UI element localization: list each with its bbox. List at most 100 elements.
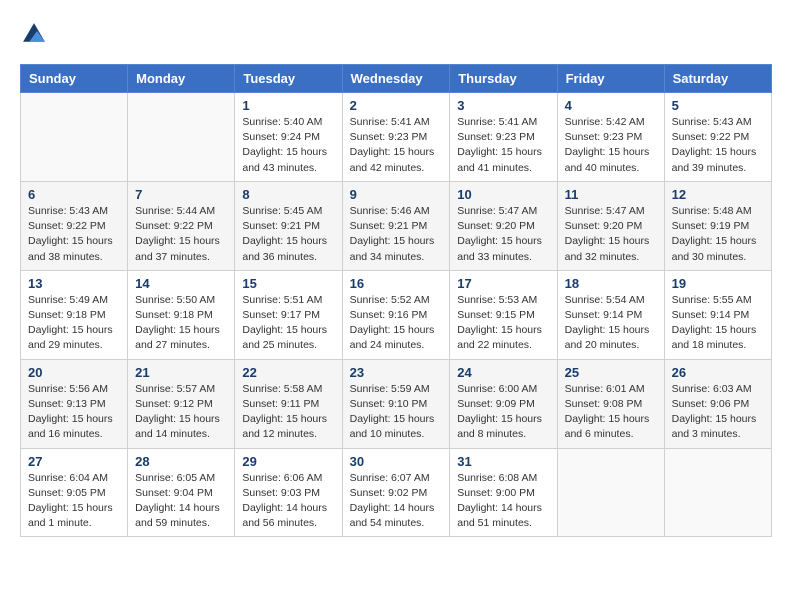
cell-sun-info: Sunrise: 6:00 AMSunset: 9:09 PMDaylight:…: [457, 382, 549, 443]
calendar-week-row: 13 Sunrise: 5:49 AMSunset: 9:18 PMDayligh…: [21, 270, 772, 359]
day-number: 8: [242, 187, 334, 202]
calendar-cell: 10 Sunrise: 5:47 AMSunset: 9:20 PMDayligh…: [450, 181, 557, 270]
day-number: 6: [28, 187, 120, 202]
weekday-header: Saturday: [664, 65, 771, 93]
calendar-cell: 29 Sunrise: 6:06 AMSunset: 9:03 PMDayligh…: [235, 448, 342, 537]
cell-sun-info: Sunrise: 5:43 AMSunset: 9:22 PMDaylight:…: [672, 115, 764, 176]
cell-sun-info: Sunrise: 5:41 AMSunset: 9:23 PMDaylight:…: [457, 115, 549, 176]
cell-sun-info: Sunrise: 5:52 AMSunset: 9:16 PMDaylight:…: [350, 293, 443, 354]
calendar-cell: 13 Sunrise: 5:49 AMSunset: 9:18 PMDayligh…: [21, 270, 128, 359]
calendar-header-row: SundayMondayTuesdayWednesdayThursdayFrid…: [21, 65, 772, 93]
cell-sun-info: Sunrise: 5:47 AMSunset: 9:20 PMDaylight:…: [565, 204, 657, 265]
day-number: 30: [350, 454, 443, 469]
cell-sun-info: Sunrise: 6:07 AMSunset: 9:02 PMDaylight:…: [350, 471, 443, 532]
calendar-cell: 20Sunrise: 5:56 AMSunset: 9:13 PMDayligh…: [21, 359, 128, 448]
cell-sun-info: Sunrise: 5:47 AMSunset: 9:20 PMDaylight:…: [457, 204, 549, 265]
cell-sun-info: Sunrise: 6:03 AMSunset: 9:06 PMDaylight:…: [672, 382, 764, 443]
page-header: [20, 20, 772, 48]
calendar-cell: 3 Sunrise: 5:41 AMSunset: 9:23 PMDaylight…: [450, 93, 557, 182]
cell-sun-info: Sunrise: 5:53 AMSunset: 9:15 PMDaylight:…: [457, 293, 549, 354]
day-number: 5: [672, 98, 764, 113]
day-number: 18: [565, 276, 657, 291]
calendar-cell: 11 Sunrise: 5:47 AMSunset: 9:20 PMDayligh…: [557, 181, 664, 270]
day-number: 29: [242, 454, 334, 469]
calendar-cell: 28Sunrise: 6:05 AMSunset: 9:04 PMDayligh…: [128, 448, 235, 537]
calendar-cell: 9 Sunrise: 5:46 AMSunset: 9:21 PMDaylight…: [342, 181, 450, 270]
calendar-cell: 7Sunrise: 5:44 AMSunset: 9:22 PMDaylight…: [128, 181, 235, 270]
weekday-header: Friday: [557, 65, 664, 93]
cell-sun-info: Sunrise: 5:58 AMSunset: 9:11 PMDaylight:…: [242, 382, 334, 443]
calendar-cell: 6 Sunrise: 5:43 AMSunset: 9:22 PMDaylight…: [21, 181, 128, 270]
calendar-cell: 12 Sunrise: 5:48 AMSunset: 9:19 PMDayligh…: [664, 181, 771, 270]
weekday-header: Wednesday: [342, 65, 450, 93]
day-number: 11: [565, 187, 657, 202]
day-number: 15: [242, 276, 334, 291]
calendar-cell: 2 Sunrise: 5:41 AMSunset: 9:23 PMDaylight…: [342, 93, 450, 182]
day-number: 24: [457, 365, 549, 380]
day-number: 17: [457, 276, 549, 291]
calendar-cell: 18 Sunrise: 5:54 AMSunset: 9:14 PMDayligh…: [557, 270, 664, 359]
cell-sun-info: Sunrise: 5:50 AMSunset: 9:18 PMDaylight:…: [135, 293, 227, 354]
cell-sun-info: Sunrise: 5:40 AMSunset: 9:24 PMDaylight:…: [242, 115, 334, 176]
calendar-cell: 19 Sunrise: 5:55 AMSunset: 9:14 PMDayligh…: [664, 270, 771, 359]
day-number: 26: [672, 365, 764, 380]
calendar-cell: 16Sunrise: 5:52 AMSunset: 9:16 PMDayligh…: [342, 270, 450, 359]
cell-sun-info: Sunrise: 5:42 AMSunset: 9:23 PMDaylight:…: [565, 115, 657, 176]
day-number: 4: [565, 98, 657, 113]
day-number: 13: [28, 276, 120, 291]
cell-sun-info: Sunrise: 5:48 AMSunset: 9:19 PMDaylight:…: [672, 204, 764, 265]
cell-sun-info: Sunrise: 5:56 AMSunset: 9:13 PMDaylight:…: [28, 382, 120, 443]
day-number: 12: [672, 187, 764, 202]
calendar-cell: 27 Sunrise: 6:04 AMSunset: 9:05 PMDayligh…: [21, 448, 128, 537]
calendar-week-row: 1Sunrise: 5:40 AMSunset: 9:24 PMDaylight…: [21, 93, 772, 182]
cell-sun-info: Sunrise: 5:55 AMSunset: 9:14 PMDaylight:…: [672, 293, 764, 354]
cell-sun-info: Sunrise: 5:49 AMSunset: 9:18 PMDaylight:…: [28, 293, 120, 354]
cell-sun-info: Sunrise: 5:43 AMSunset: 9:22 PMDaylight:…: [28, 204, 120, 265]
weekday-header: Monday: [128, 65, 235, 93]
calendar-cell: 15 Sunrise: 5:51 AMSunset: 9:17 PMDayligh…: [235, 270, 342, 359]
calendar-table: SundayMondayTuesdayWednesdayThursdayFrid…: [20, 64, 772, 537]
day-number: 31: [457, 454, 549, 469]
calendar-cell: 21Sunrise: 5:57 AMSunset: 9:12 PMDayligh…: [128, 359, 235, 448]
calendar-cell: 23 Sunrise: 5:59 AMSunset: 9:10 PMDayligh…: [342, 359, 450, 448]
day-number: 10: [457, 187, 549, 202]
calendar-cell: [128, 93, 235, 182]
calendar-cell: 17 Sunrise: 5:53 AMSunset: 9:15 PMDayligh…: [450, 270, 557, 359]
calendar-cell: 4 Sunrise: 5:42 AMSunset: 9:23 PMDaylight…: [557, 93, 664, 182]
day-number: 27: [28, 454, 120, 469]
cell-sun-info: Sunrise: 5:51 AMSunset: 9:17 PMDaylight:…: [242, 293, 334, 354]
calendar-cell: 22 Sunrise: 5:58 AMSunset: 9:11 PMDayligh…: [235, 359, 342, 448]
calendar-week-row: 27 Sunrise: 6:04 AMSunset: 9:05 PMDayligh…: [21, 448, 772, 537]
calendar-cell: 5 Sunrise: 5:43 AMSunset: 9:22 PMDaylight…: [664, 93, 771, 182]
calendar-cell: 8 Sunrise: 5:45 AMSunset: 9:21 PMDaylight…: [235, 181, 342, 270]
calendar-cell: 24 Sunrise: 6:00 AMSunset: 9:09 PMDayligh…: [450, 359, 557, 448]
cell-sun-info: Sunrise: 5:45 AMSunset: 9:21 PMDaylight:…: [242, 204, 334, 265]
calendar-week-row: 6 Sunrise: 5:43 AMSunset: 9:22 PMDaylight…: [21, 181, 772, 270]
calendar-cell: 25Sunrise: 6:01 AMSunset: 9:08 PMDayligh…: [557, 359, 664, 448]
logo: [20, 20, 52, 48]
calendar-cell: 31 Sunrise: 6:08 AMSunset: 9:00 PMDayligh…: [450, 448, 557, 537]
day-number: 2: [350, 98, 443, 113]
cell-sun-info: Sunrise: 6:06 AMSunset: 9:03 PMDaylight:…: [242, 471, 334, 532]
calendar-cell: 30 Sunrise: 6:07 AMSunset: 9:02 PMDayligh…: [342, 448, 450, 537]
cell-sun-info: Sunrise: 5:54 AMSunset: 9:14 PMDaylight:…: [565, 293, 657, 354]
day-number: 3: [457, 98, 549, 113]
cell-sun-info: Sunrise: 5:59 AMSunset: 9:10 PMDaylight:…: [350, 382, 443, 443]
weekday-header: Tuesday: [235, 65, 342, 93]
cell-sun-info: Sunrise: 5:57 AMSunset: 9:12 PMDaylight:…: [135, 382, 227, 443]
calendar-cell: 26 Sunrise: 6:03 AMSunset: 9:06 PMDayligh…: [664, 359, 771, 448]
day-number: 19: [672, 276, 764, 291]
cell-sun-info: Sunrise: 5:41 AMSunset: 9:23 PMDaylight:…: [350, 115, 443, 176]
calendar-cell: [557, 448, 664, 537]
cell-sun-info: Sunrise: 6:05 AMSunset: 9:04 PMDaylight:…: [135, 471, 227, 532]
cell-sun-info: Sunrise: 5:46 AMSunset: 9:21 PMDaylight:…: [350, 204, 443, 265]
day-number: 14: [135, 276, 227, 291]
cell-sun-info: Sunrise: 6:04 AMSunset: 9:05 PMDaylight:…: [28, 471, 120, 532]
weekday-header: Thursday: [450, 65, 557, 93]
day-number: 23: [350, 365, 443, 380]
calendar-cell: 14 Sunrise: 5:50 AMSunset: 9:18 PMDayligh…: [128, 270, 235, 359]
day-number: 9: [350, 187, 443, 202]
cell-sun-info: Sunrise: 6:08 AMSunset: 9:00 PMDaylight:…: [457, 471, 549, 532]
day-number: 22: [242, 365, 334, 380]
calendar-cell: [664, 448, 771, 537]
